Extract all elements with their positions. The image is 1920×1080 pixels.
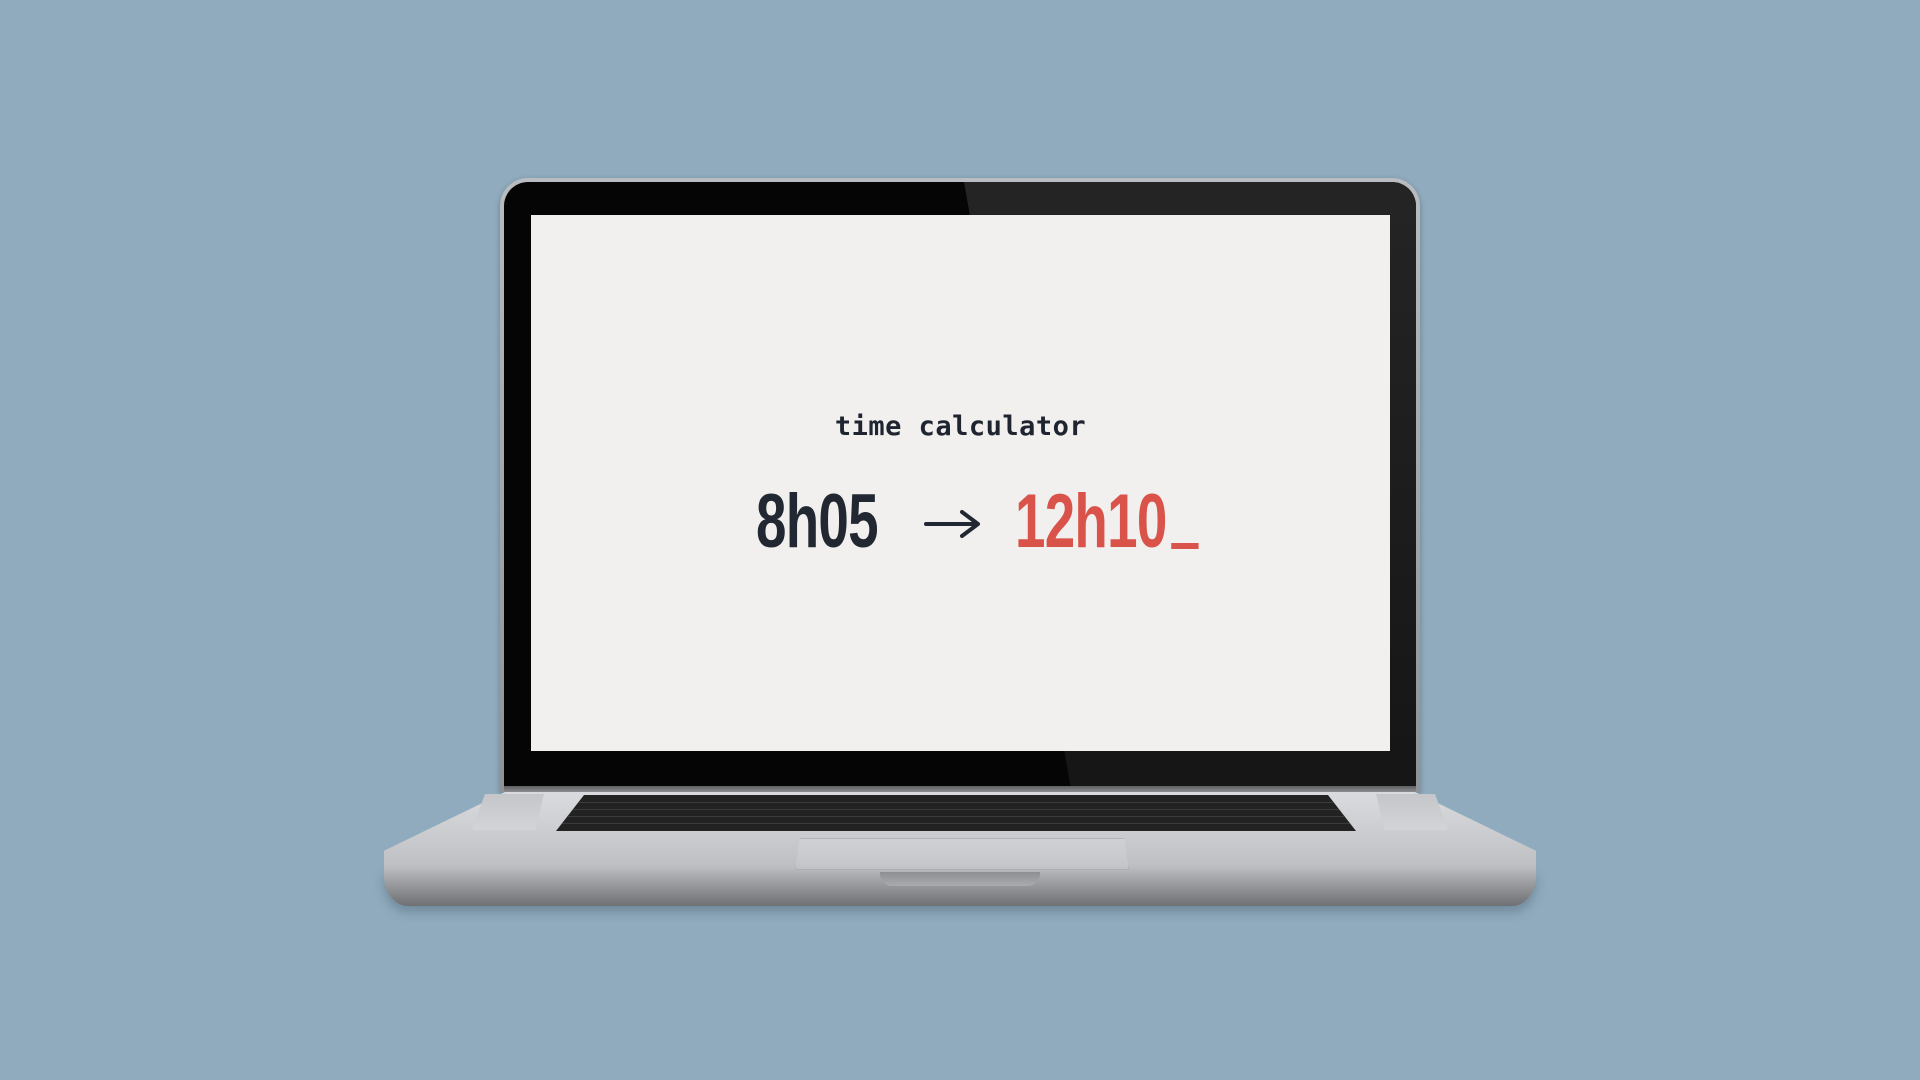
app-title: time calculator	[834, 411, 1087, 442]
time-calculation-row: 8h05 12h10	[531, 477, 1390, 567]
result-time-value: 12h10	[1015, 479, 1167, 564]
start-time: 8h05	[756, 479, 879, 564]
speaker-grille-left	[472, 794, 544, 830]
keyboard-row-divider	[556, 802, 1356, 803]
keyboard-row-divider	[556, 823, 1356, 824]
keyboard-row-divider	[556, 816, 1356, 817]
keyboard	[556, 795, 1356, 831]
keyboard-row-divider	[556, 809, 1356, 810]
scene: time calculator 8h05 12h10	[0, 0, 1920, 1080]
speaker-grille-right	[1376, 794, 1448, 830]
result-time-input[interactable]: 12h10	[1015, 477, 1199, 567]
text-cursor-icon	[1170, 543, 1199, 549]
laptop-screen: time calculator 8h05 12h10	[531, 215, 1390, 751]
trackpad	[795, 838, 1129, 870]
lid-opening-notch	[880, 872, 1040, 886]
arrow-right-icon	[924, 510, 980, 538]
